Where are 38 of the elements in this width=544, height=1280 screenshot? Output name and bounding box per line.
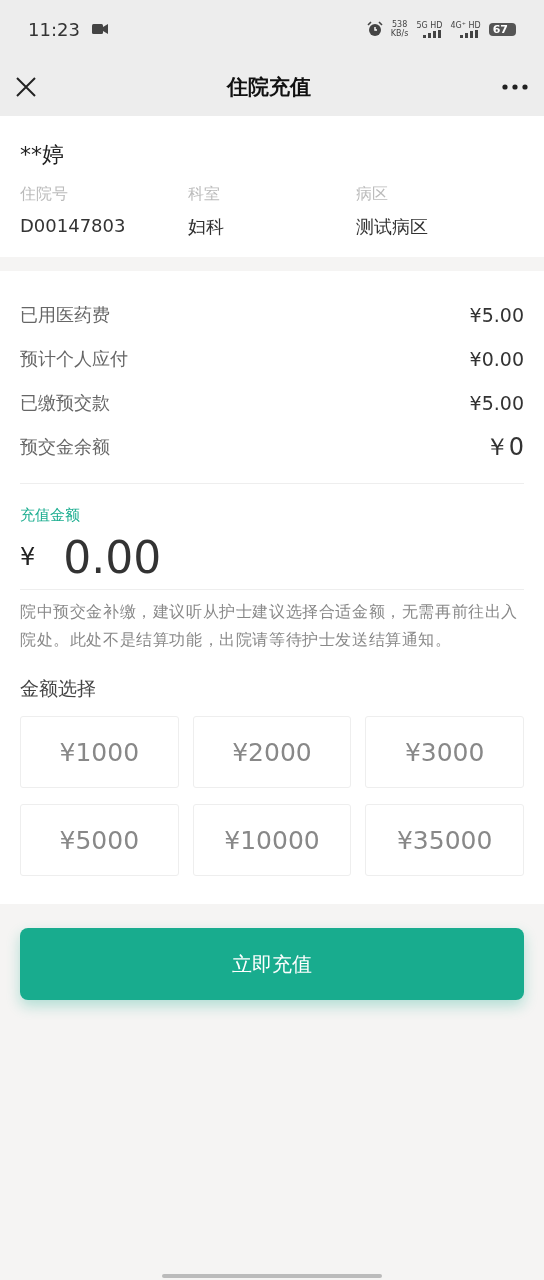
summary-label: 已用医药费 [20, 303, 110, 327]
amount-option[interactable]: ¥1000 [20, 716, 179, 788]
network-label: 4G⁺ HD [450, 20, 481, 30]
amount-option[interactable]: ¥3000 [365, 716, 524, 788]
page-title: 住院充值 [225, 74, 312, 101]
close-icon[interactable] [16, 77, 36, 97]
speed-unit: KB/s [390, 29, 409, 38]
network-speed: 538 [392, 20, 408, 29]
video-camera-icon [91, 23, 108, 35]
patient-name: **婷 [20, 141, 65, 169]
summary-value: ¥5.00 [469, 304, 524, 326]
summary-value: ￥0 [484, 432, 524, 463]
status-time: 11:23 [28, 18, 80, 40]
amount-option[interactable]: ¥2000 [192, 716, 352, 788]
amount-option[interactable]: ¥35000 [365, 804, 524, 876]
recharge-button[interactable]: 立即充值 [20, 928, 524, 1000]
section-title: 金额选择 [20, 676, 97, 701]
battery-indicator: 67 [488, 22, 516, 36]
notice-text: 院中预交金补缴，建议听从护士建议选择合适金额，无需再前往出入院处。此处不是结算功能，出院请等待护士发送结算通知。 [20, 602, 519, 651]
summary-value: ¥0.00 [469, 348, 524, 370]
amount-option[interactable]: ¥5000 [20, 804, 179, 876]
summary-label: 已缴预交款 [20, 391, 110, 415]
field-label: 住院号 [20, 184, 69, 205]
field-value: 测试病区 [356, 215, 429, 239]
recharge-label: 充值金额 [20, 505, 81, 525]
more-icon[interactable] [502, 84, 528, 90]
field-value: D00147803 [20, 215, 127, 236]
currency-symbol: ¥ [20, 543, 36, 571]
amount-input[interactable]: 0.00 [63, 531, 364, 583]
field-value: 妇科 [188, 215, 225, 239]
field-label: 病区 [356, 184, 389, 205]
field-label: 科室 [188, 184, 221, 205]
alarm-clock-icon [366, 21, 383, 37]
summary-label: 预计个人应付 [20, 347, 128, 371]
summary-value: ¥5.00 [469, 392, 524, 414]
summary-label: 预交金余额 [20, 435, 110, 459]
network-label: 5G HD [416, 20, 443, 30]
amount-option[interactable]: ¥10000 [192, 804, 352, 876]
